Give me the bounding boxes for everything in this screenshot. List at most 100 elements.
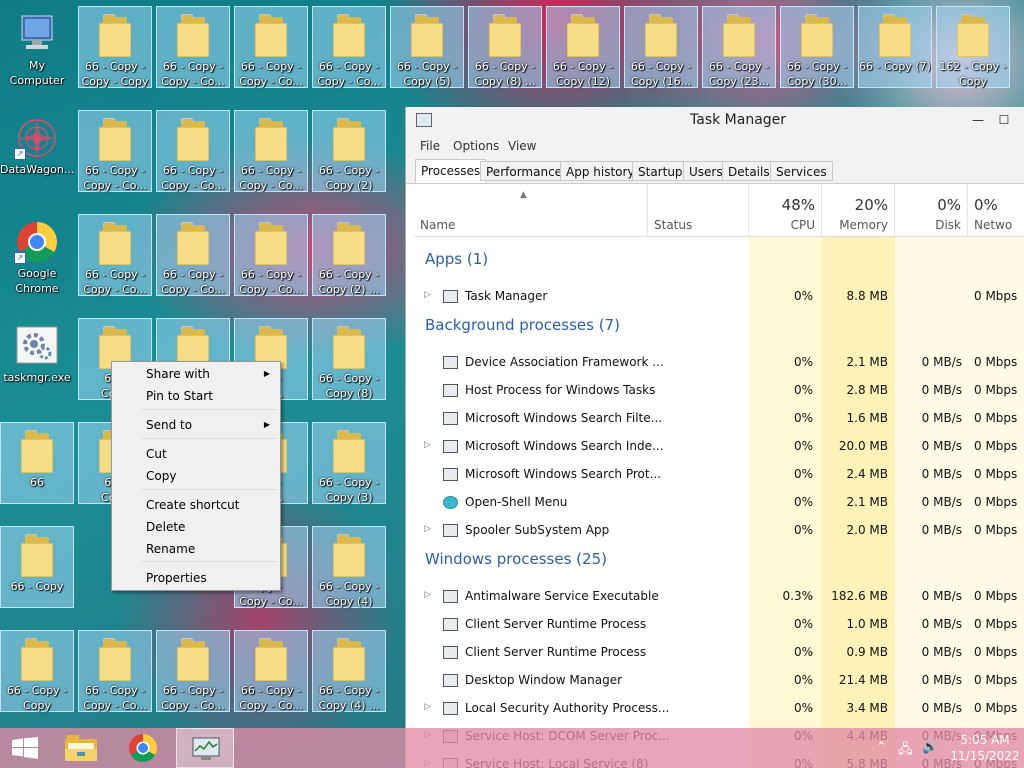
desktop-icon-folder[interactable]: 66 - Copy - Copy - Co... <box>156 214 230 296</box>
desktop-icon-folder[interactable]: 66 - Copy - Copy - Co... <box>312 6 386 88</box>
desktop-icon-folder[interactable]: 66 - Copy - Copy (23... <box>702 6 776 88</box>
gear-icon <box>16 326 58 364</box>
minimize-button[interactable]: — <box>966 109 990 131</box>
network-icon[interactable]: 🖧 <box>898 740 913 762</box>
desktop-icon-folder[interactable]: 66 <box>0 422 74 504</box>
process-row[interactable]: ▷ Microsoft Windows Search Inde... 0% 20.0 … <box>414 433 1024 461</box>
desktop-icon-folder[interactable]: 66 - Copy - Copy (4) ... <box>312 630 386 712</box>
column-network[interactable]: 0% Netwo <box>968 184 1024 236</box>
process-row[interactable]: Microsoft Windows Search Prot... 0% 2.4 MB… <box>414 461 1024 489</box>
process-row[interactable]: ▷ Spooler SubSystem App 0% 2.0 MB 0 MB/s 0 Mb… <box>414 517 1024 545</box>
process-cpu: 0% <box>793 645 813 659</box>
expand-chevron-icon[interactable]: ▷ <box>424 702 431 712</box>
menu-item-create-shortcut[interactable]: Create shortcut <box>114 495 278 515</box>
clock[interactable]: 5:05 AM 11/15/2022 <box>950 732 1020 764</box>
menu-view[interactable]: View <box>508 139 536 153</box>
menu-item-copy[interactable]: Copy <box>114 466 278 486</box>
expand-chevron-icon[interactable]: ▷ <box>424 440 431 450</box>
desktop-icon-computer[interactable]: My Computer <box>0 6 74 88</box>
desktop-icon-taskmgr[interactable]: taskmgr.exe <box>0 318 74 400</box>
desktop-icon-folder[interactable]: 66 - Copy - Copy - Co... <box>156 630 230 712</box>
desktop-icon-folder[interactable]: 66 - Copy - Copy - Co... <box>234 214 308 296</box>
desktop-icon-folder[interactable]: 162 - Copy - Copy <box>936 6 1010 88</box>
process-row[interactable]: Host Process for Windows Tasks 0% 2.8 MB 0 … <box>414 377 1024 405</box>
column-memory[interactable]: 20% Memory <box>822 184 895 236</box>
column-status[interactable]: Status <box>648 184 749 236</box>
folder-icon <box>333 326 367 369</box>
start-button[interactable] <box>0 728 58 768</box>
desktop-icon-folder[interactable]: 66 - Copy - Copy (12) <box>546 6 620 88</box>
column-name[interactable]: ▲ Name <box>414 184 648 236</box>
desktop-icon-folder[interactable]: 66 - Copy - Copy - Co... <box>78 630 152 712</box>
column-cpu[interactable]: 48% CPU <box>749 184 822 236</box>
desktop-icon-folder[interactable]: 66 - Copy <box>0 526 74 608</box>
folder-icon <box>21 534 55 577</box>
tab-details[interactable]: Details <box>722 161 776 181</box>
desktop-icon-folder[interactable]: 66 - Copy - Copy - Co... <box>156 6 230 88</box>
column-disk[interactable]: 0% Disk <box>895 184 968 236</box>
process-row[interactable]: Device Association Framework ... 0% 2.1 MB… <box>414 349 1024 377</box>
menu-item-send-to[interactable]: Send to ▶ <box>114 415 278 435</box>
maximize-button[interactable]: ☐ <box>992 109 1016 131</box>
expand-chevron-icon[interactable]: ▷ <box>424 290 431 300</box>
process-network: 0 Mbps <box>974 411 1018 425</box>
process-memory: 2.1 MB <box>846 355 888 369</box>
title-bar[interactable]: Task Manager — ☐ <box>406 107 1024 135</box>
menu-file[interactable]: File <box>420 139 440 153</box>
desktop-icon-datawagon[interactable]: ↗ DataWagon... <box>0 110 74 192</box>
desktop-icon-folder[interactable]: 66 - Copy - Copy - Co... <box>234 630 308 712</box>
process-row[interactable]: ▷ Local Security Authority Process... 0% 3.… <box>414 695 1024 723</box>
tab-performance[interactable]: Performance <box>480 161 569 181</box>
desktop-icon-folder[interactable]: 66 - Copy - Copy (3) <box>312 422 386 504</box>
desktop-icon-folder[interactable]: 66 - Copy - Copy <box>0 630 74 712</box>
desktop-icon-folder[interactable]: 66 - Copy - Copy - Co... <box>78 214 152 296</box>
process-row[interactable]: ▷ Task Manager 0% 8.8 MB 0 Mbps <box>414 283 1024 311</box>
menu-item-properties[interactable]: Properties <box>114 568 278 588</box>
process-row[interactable]: Open-Shell Menu 0% 2.1 MB 0 MB/s 0 Mbps <box>414 489 1024 517</box>
desktop-icon-folder[interactable]: 66 - Copy - Copy - Co... <box>78 110 152 192</box>
taskbar-task-manager[interactable] <box>176 728 234 768</box>
menu-item-pin-to-start[interactable]: Pin to Start <box>114 386 278 406</box>
menu-item-label: Properties <box>146 571 207 585</box>
volume-icon[interactable]: 🔊 <box>922 740 938 755</box>
tab-app-history[interactable]: App history <box>560 161 641 181</box>
desktop-icon-folder[interactable]: 66 - Copy (7) <box>858 6 932 88</box>
expand-chevron-icon[interactable]: ▷ <box>424 590 431 600</box>
desktop-icon-folder[interactable]: 66 - Copy - Copy (30... <box>780 6 854 88</box>
process-row[interactable]: Client Server Runtime Process 0% 0.9 MB 0 M… <box>414 639 1024 667</box>
process-row[interactable]: Desktop Window Manager 0% 21.4 MB 0 MB/s 0 M… <box>414 667 1024 695</box>
desktop-icon-folder[interactable]: 66 - Copy - Copy (16... <box>624 6 698 88</box>
menu-options[interactable]: Options <box>453 139 499 153</box>
desktop-icon-folder[interactable]: 66 - Copy - Copy - Co... <box>234 6 308 88</box>
expand-chevron-icon[interactable]: ▷ <box>424 524 431 534</box>
desktop-icon-folder[interactable]: 66 - Copy - Copy - Co... <box>156 110 230 192</box>
desktop-icon-folder[interactable]: 66 - Copy - Copy (2) <box>312 110 386 192</box>
desktop-icon-folder[interactable]: 66 - Copy - Copy (2) ... <box>312 214 386 296</box>
menu-item-cut[interactable]: Cut <box>114 444 278 464</box>
taskbar-file-explorer[interactable] <box>52 728 110 768</box>
tab-services[interactable]: Services <box>770 161 833 181</box>
desktop-icon-label: 66 - Copy - Copy (2) <box>318 164 380 192</box>
folder-icon <box>255 638 289 681</box>
process-row[interactable]: Microsoft Windows Search Filte... 0% 1.6 M… <box>414 405 1024 433</box>
process-cpu: 0% <box>793 523 813 537</box>
desktop-icon-folder[interactable]: 66 - Copy - Copy (8) ... <box>468 6 542 88</box>
process-row[interactable]: Client Server Runtime Process 0% 1.0 MB 0 M… <box>414 611 1024 639</box>
process-row[interactable]: ▷ Antimalware Service Executable 0.3% 182.6… <box>414 583 1024 611</box>
desktop-icon-folder[interactable]: 66 - Copy - Copy - Co... <box>234 110 308 192</box>
taskbar-chrome[interactable] <box>114 728 172 768</box>
show-hidden-icons-icon[interactable]: ⌃ <box>876 740 887 755</box>
desktop-icon-folder[interactable]: 66 - Copy - Copy - Copy <box>78 6 152 88</box>
menu-item-delete[interactable]: Delete <box>114 517 278 537</box>
desktop-icon-folder[interactable]: 66 - Copy - Copy (4) <box>312 526 386 608</box>
tab-startup[interactable]: Startup <box>632 161 689 181</box>
process-cpu: 0% <box>793 467 813 481</box>
desktop-icon-chrome[interactable]: ↗ Google Chrome <box>0 214 74 296</box>
tab-processes[interactable]: Processes <box>415 159 487 183</box>
desktop-icon-folder[interactable]: 66 - Copy - Copy (8) <box>312 318 386 400</box>
menu-item-rename[interactable]: Rename <box>114 539 278 559</box>
process-network: 0 Mbps <box>974 701 1018 715</box>
desktop-icon-folder[interactable]: 66 - Copy - Copy (5) <box>390 6 464 88</box>
menu-item-share-with[interactable]: Share with ▶ <box>114 364 278 384</box>
column-header: ▲ Name Status 48% CPU 20% Memory 0% Disk… <box>414 184 1024 237</box>
